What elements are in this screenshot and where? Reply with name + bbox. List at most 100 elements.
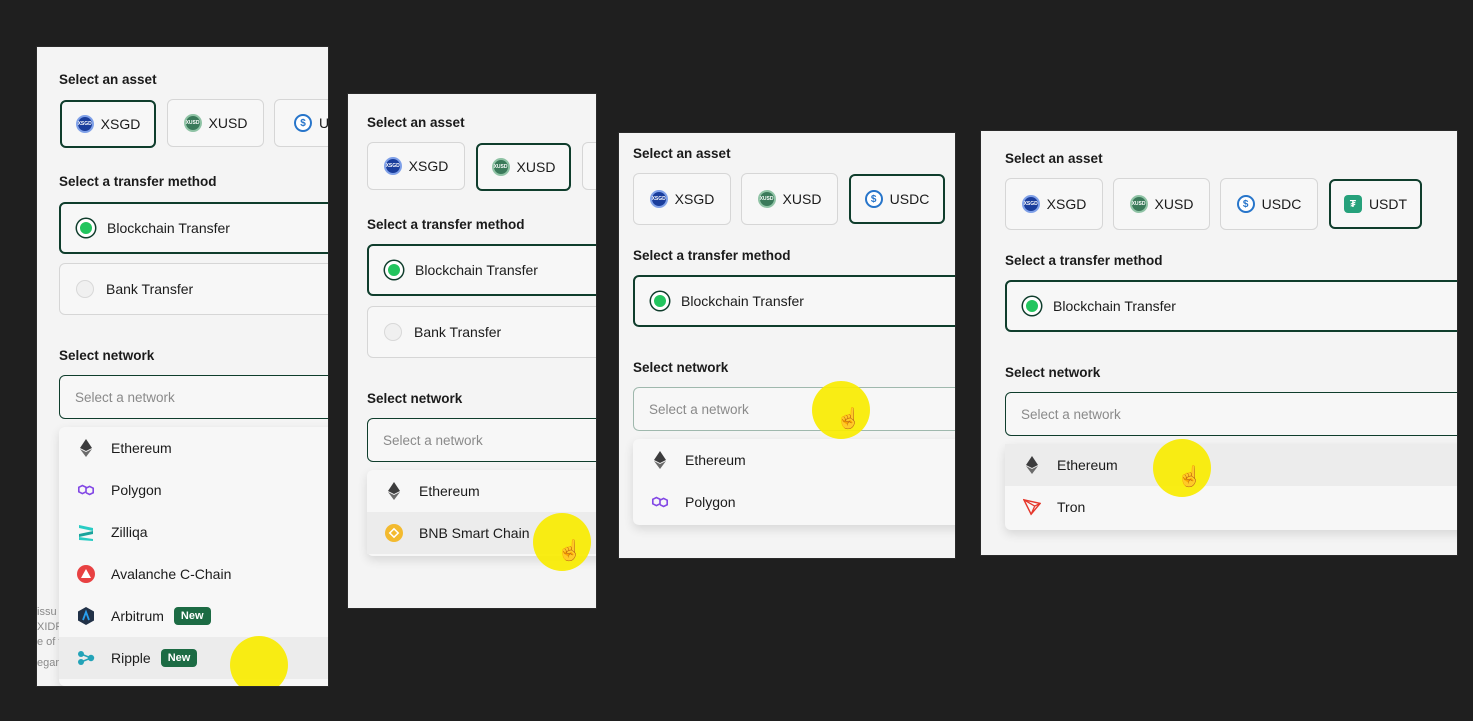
network-option-label: Zilliqa bbox=[111, 524, 148, 540]
network-option-ripple[interactable]: Ripple New bbox=[59, 637, 328, 679]
hand-cursor-icon: ☝ bbox=[836, 408, 861, 430]
asset-xusd-chip[interactable]: XUSD XUSD bbox=[741, 173, 838, 225]
method-blockchain-label: Blockchain Transfer bbox=[681, 293, 804, 309]
network-option-label: Ethereum bbox=[419, 483, 480, 499]
radio-on-icon bbox=[77, 219, 95, 237]
asset-xsgd-chip[interactable]: XSGD XSGD bbox=[60, 100, 156, 148]
method-bank-label: Bank Transfer bbox=[106, 281, 194, 297]
asset-xsgd-chip[interactable]: XSGD XSGD bbox=[367, 142, 465, 190]
asset-usdc-chip[interactable]: $ U bbox=[274, 99, 328, 147]
asset-usdc-chip[interactable]: $ USDC bbox=[1220, 178, 1318, 230]
network-option-ethereum[interactable]: Ethereum bbox=[1005, 444, 1457, 486]
cursor-highlight bbox=[230, 636, 288, 686]
network-option-zilliqa[interactable]: Zilliqa bbox=[59, 511, 328, 553]
usdc-coin-icon: $ bbox=[864, 190, 883, 208]
xusd-coin-icon: XUSD bbox=[183, 114, 202, 132]
radio-off-icon bbox=[384, 323, 402, 341]
method-label: Select a transfer method bbox=[633, 248, 791, 263]
method-label: Select a transfer method bbox=[1005, 253, 1163, 268]
asset-usdc-chip[interactable]: $ USDC bbox=[849, 174, 945, 224]
asset-usdt-chip[interactable]: ₮ USDT bbox=[1329, 179, 1422, 229]
xsgd-coin-icon: XSGD bbox=[649, 190, 668, 208]
network-option-label: BNB Smart Chain bbox=[419, 525, 530, 541]
network-placeholder: Select a network bbox=[649, 401, 749, 417]
asset-xusd-chip[interactable]: XUSD XUSD bbox=[476, 143, 571, 191]
asset-label: Select an asset bbox=[633, 146, 731, 161]
network-option-label: Ethereum bbox=[111, 440, 172, 456]
network-dropdown: Ethereum Tron bbox=[1005, 444, 1457, 530]
ethereum-icon bbox=[1023, 456, 1041, 474]
radio-off-icon bbox=[76, 280, 94, 298]
zilliqa-icon bbox=[77, 523, 95, 541]
network-option-ethereum[interactable]: Ethereum bbox=[59, 427, 328, 469]
method-label: Select a transfer method bbox=[367, 217, 525, 232]
network-option-label: Ripple bbox=[111, 650, 151, 666]
asset-label: Select an asset bbox=[59, 72, 157, 87]
method-blockchain[interactable]: Blockchain Transfer bbox=[633, 275, 955, 327]
avalanche-icon bbox=[77, 565, 95, 583]
asset-usdc-label: USDC bbox=[1261, 196, 1302, 212]
method-bank[interactable]: Bank Transfer bbox=[367, 306, 596, 358]
asset-usdt-label: USDT bbox=[1368, 196, 1408, 212]
asset-label: Select an asset bbox=[367, 115, 465, 130]
xusd-coin-icon: XUSD bbox=[491, 158, 510, 176]
network-label: Select network bbox=[1005, 365, 1101, 380]
network-option-polygon[interactable]: Polygon bbox=[59, 469, 328, 511]
xusd-coin-icon: XUSD bbox=[1129, 195, 1148, 213]
network-option-label: Arbitrum bbox=[111, 608, 164, 624]
network-placeholder: Select a network bbox=[1021, 406, 1121, 422]
network-option-tron[interactable]: Tron bbox=[1005, 486, 1457, 528]
method-blockchain[interactable]: Blockchain Transfer bbox=[59, 202, 328, 254]
network-label: Select network bbox=[59, 348, 155, 363]
hand-cursor-icon: ☝ bbox=[1177, 466, 1202, 488]
radio-on-icon bbox=[385, 261, 403, 279]
usdc-coin-icon: $ bbox=[1236, 195, 1255, 213]
network-placeholder: Select a network bbox=[383, 432, 483, 448]
footer-fragment-3: e of t bbox=[37, 636, 62, 648]
polygon-icon bbox=[77, 481, 95, 499]
network-option-label: Polygon bbox=[111, 482, 162, 498]
ethereum-icon bbox=[385, 482, 403, 500]
network-dropdown: Ethereum Polygon bbox=[633, 439, 955, 525]
ethereum-icon bbox=[651, 451, 669, 469]
xusd-coin-icon: XUSD bbox=[757, 190, 776, 208]
asset-xsgd-label: XSGD bbox=[674, 191, 715, 207]
ethereum-icon bbox=[77, 439, 95, 457]
asset-usdc-label: USDC bbox=[889, 191, 930, 207]
asset-xusd-chip[interactable]: XUSD XUSD bbox=[1113, 178, 1210, 230]
ripple-icon bbox=[77, 649, 95, 667]
network-option-avalanche[interactable]: Avalanche C-Chain bbox=[59, 553, 328, 595]
network-option-label: Tron bbox=[1057, 499, 1086, 515]
method-label: Select a transfer method bbox=[59, 174, 217, 189]
asset-xsgd-chip[interactable]: XSGD XSGD bbox=[1005, 178, 1103, 230]
network-option-ethereum[interactable]: Ethereum bbox=[367, 470, 596, 512]
network-option-label: Polygon bbox=[685, 494, 736, 510]
asset-xsgd-label: XSGD bbox=[408, 158, 449, 174]
network-option-polygon[interactable]: Polygon bbox=[633, 481, 955, 523]
asset-usdc-label: U bbox=[319, 115, 328, 131]
panel-4: Select an asset XSGD XSGD XUSD XUSD $ US… bbox=[981, 131, 1457, 555]
network-option-label: Ethereum bbox=[1057, 457, 1118, 473]
method-blockchain[interactable]: Blockchain Transfer bbox=[1005, 280, 1457, 332]
asset-label: Select an asset bbox=[1005, 151, 1103, 166]
network-select[interactable]: Select a network bbox=[59, 375, 328, 419]
network-dropdown: Ethereum Polygon Zilliqa Avalanche C-Cha… bbox=[59, 427, 328, 686]
network-select[interactable]: Select a network bbox=[633, 387, 955, 431]
panel-1: Select an asset XSGD XSGD XUSD XUSD $ U … bbox=[37, 47, 328, 686]
network-option-ethereum[interactable]: Ethereum bbox=[633, 439, 955, 481]
xsgd-coin-icon: XSGD bbox=[75, 115, 94, 133]
asset-xusd-label: XUSD bbox=[208, 115, 248, 131]
network-select[interactable]: Select a network bbox=[1005, 392, 1457, 436]
hand-cursor-icon: ☝ bbox=[557, 540, 582, 562]
asset-usdc-chip[interactable] bbox=[582, 142, 596, 190]
asset-xusd-chip[interactable]: XUSD XUSD bbox=[167, 99, 264, 147]
network-option-arbitrum[interactable]: Arbitrum New bbox=[59, 595, 328, 637]
asset-xsgd-chip[interactable]: XSGD XSGD bbox=[633, 173, 731, 225]
asset-xusd-label: XUSD bbox=[1154, 196, 1194, 212]
method-bank-label: Bank Transfer bbox=[414, 324, 502, 340]
network-select[interactable]: Select a network bbox=[367, 418, 596, 462]
arbitrum-icon bbox=[77, 607, 95, 625]
asset-xusd-label: XUSD bbox=[782, 191, 822, 207]
method-bank[interactable]: Bank Transfer bbox=[59, 263, 328, 315]
method-blockchain[interactable]: Blockchain Transfer bbox=[367, 244, 596, 296]
